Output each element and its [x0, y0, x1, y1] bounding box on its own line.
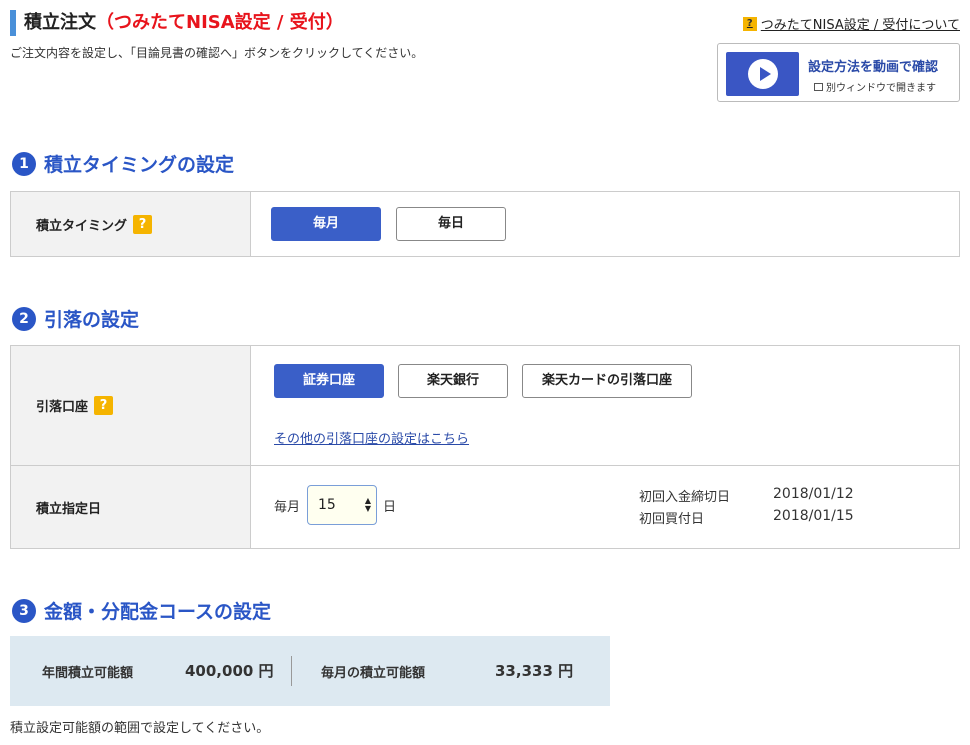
play-icon	[760, 67, 771, 81]
help-icon[interactable]: ?	[133, 214, 153, 234]
divider	[291, 656, 292, 686]
monthly-limit-value: 33,333 円	[495, 662, 574, 680]
day-select-value: 15	[318, 497, 336, 513]
video-guide-subtitle: 別ウィンドウで開きます	[814, 79, 936, 94]
amount-note: 積立設定可能額の範囲で設定してください。	[10, 721, 270, 736]
section-title: 引落の設定	[44, 309, 140, 331]
play-circle	[748, 59, 778, 89]
account-label-text: 引落口座	[36, 400, 89, 415]
account-options: 証券口座 楽天銀行 楽天カードの引落口座 その他の引落口座の設定はこちら	[251, 346, 959, 465]
account-rakuten-card-button[interactable]: 楽天カードの引落口座	[522, 364, 692, 398]
section-timing-heading: 1 積立タイミングの設定	[12, 150, 234, 177]
video-guide-title: 設定方法を動画で確認	[808, 60, 939, 75]
annual-limit-label: 年間積立可能額	[42, 666, 134, 681]
timing-table: 積立タイミング ? 毎月 毎日	[10, 191, 960, 257]
nisa-help-link-label: つみたてNISA設定 / 受付について	[760, 18, 960, 33]
first-buy-label: 初回買付日	[639, 512, 705, 527]
account-rakuten-bank-button[interactable]: 楽天銀行	[398, 364, 508, 398]
page-instructions: ご注文内容を設定し、「目論見書の確認へ」ボタンをクリックしてください。	[10, 46, 424, 60]
section-number: 3	[12, 598, 36, 623]
account-row-label: 引落口座 ?	[11, 346, 251, 465]
select-arrows-icon: ▲ ▼	[364, 496, 371, 513]
video-guide-button[interactable]: 設定方法を動画で確認 別ウィンドウで開きます	[717, 43, 960, 102]
monthly-limit-label: 毎月の積立可能額	[321, 666, 426, 681]
date-label-text: 積立指定日	[36, 501, 102, 517]
page-title-sub: （つみたてNISA設定 / 受付）	[96, 12, 344, 33]
day-select[interactable]: 15 ▲ ▼	[307, 485, 377, 525]
amount-summary: 年間積立可能額 400,000 円 毎月の積立可能額 33,333 円	[10, 636, 610, 706]
first-buy-value: 2018/01/15	[773, 508, 854, 524]
video-guide-subtitle-text: 別ウィンドウで開きます	[826, 83, 936, 94]
section-withdrawal-heading: 2 引落の設定	[12, 305, 139, 332]
page-title: 積立注文（つみたてNISA設定 / 受付）	[24, 10, 344, 36]
timing-row-label: 積立タイミング ?	[11, 192, 251, 256]
section-amount-heading: 3 金額・分配金コースの設定	[12, 597, 271, 624]
timing-monthly-button[interactable]: 毎月	[271, 207, 381, 241]
annual-limit-value: 400,000 円	[185, 662, 274, 680]
nisa-help-link[interactable]: ? つみたてNISA設定 / 受付について	[742, 14, 960, 33]
first-deposit-label: 初回入金締切日	[639, 490, 731, 505]
section-title: 金額・分配金コースの設定	[44, 601, 272, 623]
video-play-button[interactable]	[726, 52, 799, 96]
new-window-icon	[814, 82, 823, 91]
title-accent-bar	[10, 10, 16, 36]
first-deposit-value: 2018/01/12	[773, 486, 854, 502]
question-icon: ?	[742, 16, 757, 31]
date-prefix: 毎月	[274, 500, 301, 515]
timing-label-text: 積立タイミング	[36, 218, 128, 234]
date-fields: 毎月 15 ▲ ▼ 日 初回入金締切日 2018/01/12 初回買付日 2018…	[251, 466, 959, 548]
date-suffix: 日	[383, 500, 397, 515]
date-row: 積立指定日 毎月 15 ▲ ▼ 日 初回入金締切日 2018/01/12 初回買付…	[11, 466, 959, 548]
page-title-main: 積立注文	[24, 12, 96, 33]
account-securities-button[interactable]: 証券口座	[274, 364, 384, 398]
help-icon[interactable]: ?	[94, 396, 114, 415]
timing-row: 積立タイミング ? 毎月 毎日	[11, 192, 959, 256]
other-account-link[interactable]: その他の引落口座の設定はこちら	[274, 428, 469, 447]
section-number: 1	[12, 151, 36, 176]
timing-daily-button[interactable]: 毎日	[396, 207, 506, 241]
section-number: 2	[12, 306, 36, 331]
date-row-label: 積立指定日	[11, 466, 251, 548]
account-row: 引落口座 ? 証券口座 楽天銀行 楽天カードの引落口座 その他の引落口座の設定は…	[11, 346, 959, 466]
section-title: 積立タイミングの設定	[44, 154, 235, 176]
withdrawal-table: 引落口座 ? 証券口座 楽天銀行 楽天カードの引落口座 その他の引落口座の設定は…	[10, 345, 960, 549]
timing-options: 毎月 毎日	[251, 192, 959, 256]
